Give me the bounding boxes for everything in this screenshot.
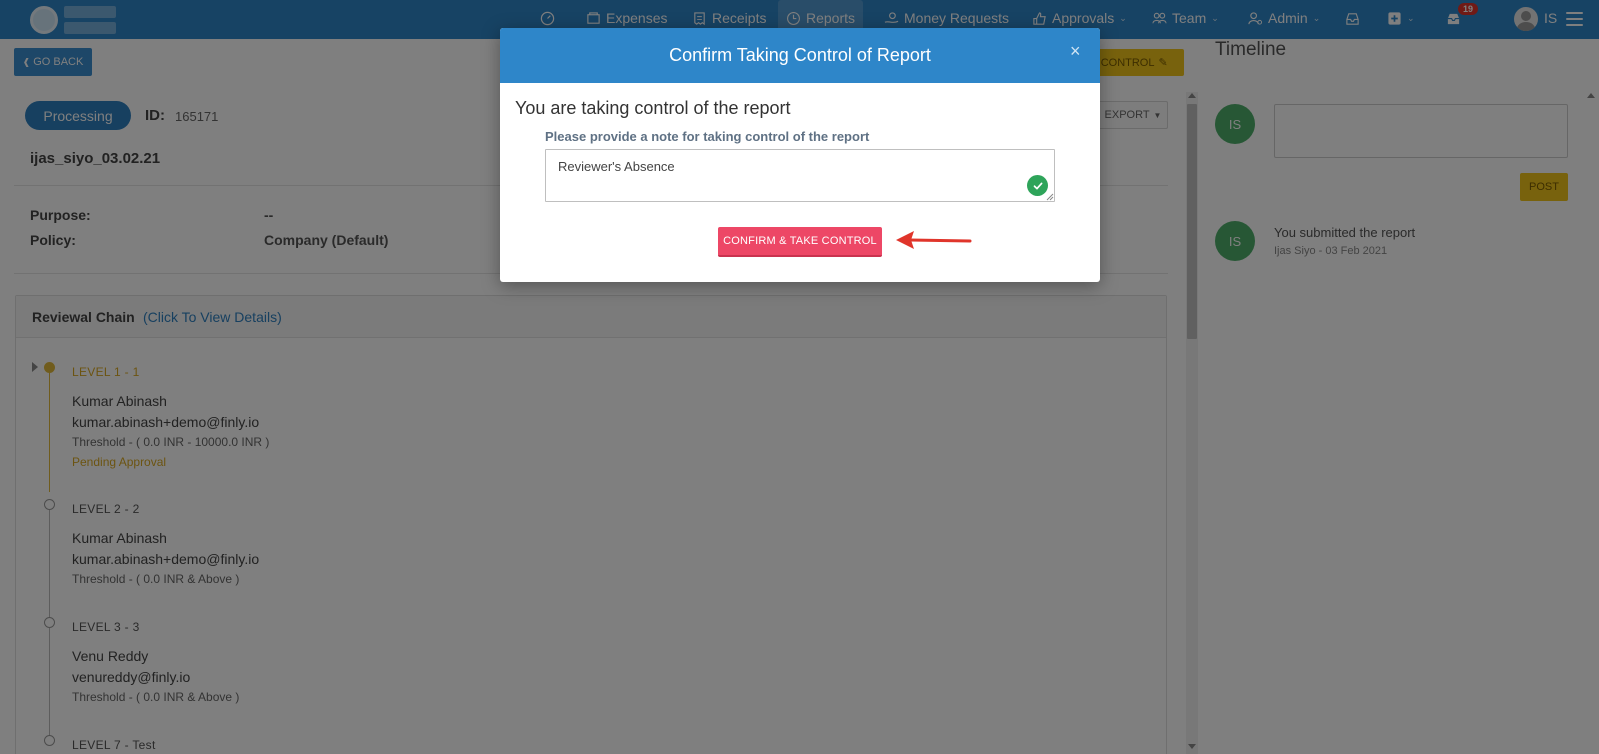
note-textarea-value: Reviewer's Absence — [558, 159, 675, 174]
modal-title: Confirm Taking Control of Report — [669, 45, 931, 65]
modal-header: Confirm Taking Control of Report × — [500, 28, 1100, 83]
resize-grip-icon[interactable] — [1045, 192, 1054, 201]
confirm-take-control-button[interactable]: CONFIRM & TAKE CONTROL — [718, 227, 882, 257]
red-pointer-arrow-icon — [896, 231, 972, 249]
close-icon[interactable]: × — [1070, 42, 1081, 60]
modal-heading: You are taking control of the report — [515, 98, 791, 118]
note-textarea[interactable]: Reviewer's Absence — [545, 149, 1055, 202]
take-control-modal: Confirm Taking Control of Report × You a… — [500, 28, 1100, 282]
note-field-label: Please provide a note for taking control… — [545, 129, 870, 144]
